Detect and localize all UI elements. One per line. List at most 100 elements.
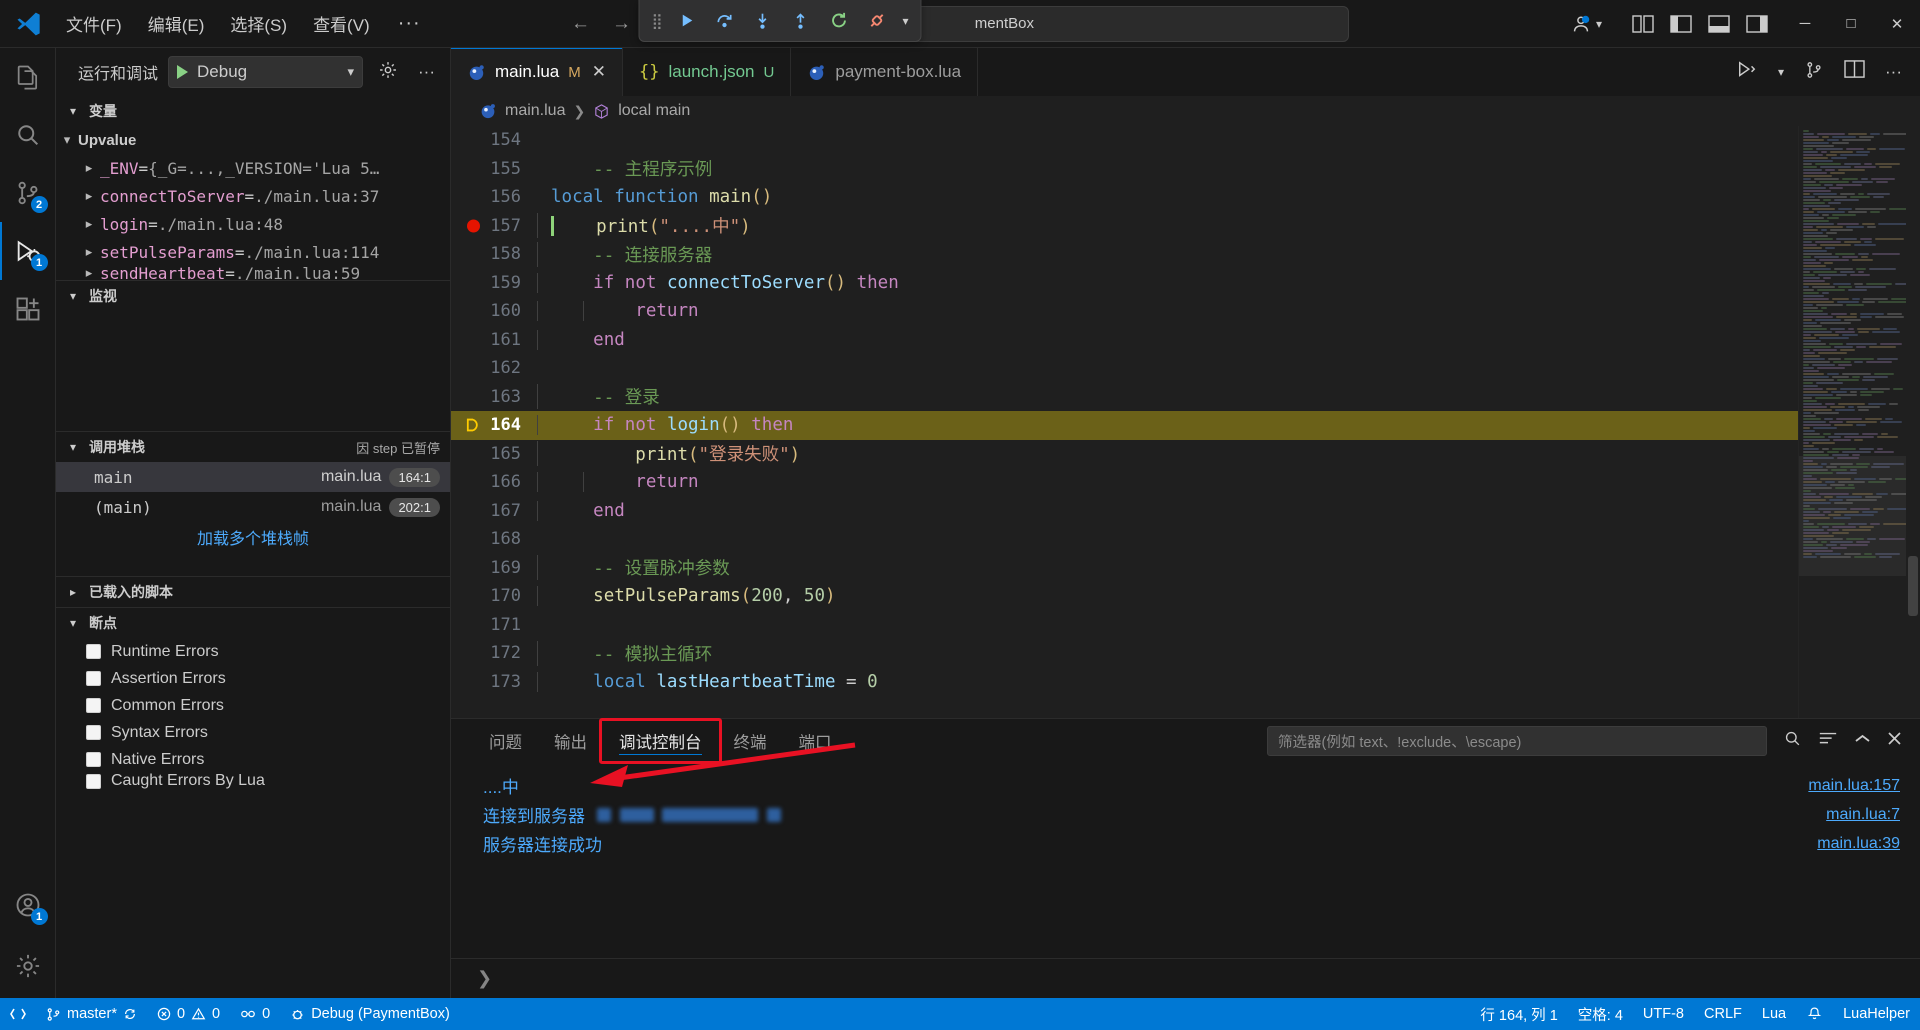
code-line[interactable]: 173 local lastHeartbeatTime = 0 — [451, 668, 1798, 697]
line-number[interactable]: 169 — [451, 558, 535, 578]
status-remote-button[interactable] — [0, 998, 36, 1030]
variable-scope-row[interactable]: ▾ Upvalue — [56, 126, 450, 154]
breakpoint-item[interactable]: Caught Errors By Lua — [56, 773, 450, 789]
activitybar-item-search[interactable] — [0, 106, 56, 164]
panel-tab-terminal[interactable]: 终端 — [718, 719, 783, 763]
debug-console-input[interactable]: ❯ — [451, 958, 1920, 998]
code-text[interactable]: return — [535, 472, 699, 493]
menu-selection[interactable]: 选择(S) — [220, 6, 297, 41]
chevron-down-icon[interactable]: ▾ — [347, 64, 354, 80]
tab-launch-json[interactable]: {} launch.json U — [623, 48, 792, 96]
console-filter-input[interactable]: 筛选器(例如 text、!exclude、\escape) — [1267, 726, 1767, 756]
code-text[interactable]: local function main() — [535, 187, 772, 207]
panel-tab-output[interactable]: 输出 — [538, 719, 603, 763]
code-line[interactable]: 160 return — [451, 297, 1798, 326]
panel-tab-problems[interactable]: 问题 — [473, 719, 538, 763]
accounts-button[interactable]: ▾ — [1562, 9, 1610, 39]
debug-step-out-button[interactable] — [788, 9, 812, 33]
toggle-panel-icon[interactable] — [1708, 14, 1730, 33]
tab-main-lua[interactable]: main.lua M ✕ — [451, 48, 624, 96]
status-cursor-position[interactable]: 行 164, 列 1 — [1470, 998, 1567, 1030]
debug-disconnect-button[interactable] — [864, 9, 888, 33]
close-panel-button[interactable] — [1887, 731, 1902, 751]
line-number[interactable]: 165 — [451, 444, 535, 464]
chevron-right-icon[interactable]: ▸ — [78, 188, 100, 204]
callstack-frame[interactable]: main main.lua 164:1 — [56, 462, 450, 492]
toggle-primary-sidebar-icon[interactable] — [1670, 14, 1692, 33]
code-text[interactable]: -- 主程序示例 — [535, 156, 712, 181]
line-number[interactable]: 159 — [451, 273, 535, 293]
variable-row[interactable]: ▸ connectToServer = ./main.lua:37 — [56, 182, 450, 210]
close-icon[interactable]: ✕ — [592, 62, 606, 82]
code-line[interactable]: 161 end — [451, 326, 1798, 355]
menu-edit[interactable]: 编辑(E) — [138, 6, 215, 41]
debug-step-into-button[interactable] — [750, 9, 774, 33]
code-text[interactable]: -- 登录 — [535, 384, 660, 410]
code-text[interactable]: print("....中") — [535, 213, 751, 239]
maximize-button[interactable]: □ — [1828, 0, 1874, 47]
activitybar-item-accounts[interactable]: 1 — [0, 876, 56, 934]
code-line[interactable]: 171 — [451, 611, 1798, 640]
chevron-right-icon[interactable]: ▸ — [78, 244, 100, 260]
menu-view[interactable]: 查看(V) — [303, 6, 380, 41]
line-number[interactable]: 163 — [451, 387, 535, 407]
breakpoint-checkbox[interactable] — [86, 725, 101, 740]
code-line[interactable]: 172 -- 模拟主循环 — [451, 639, 1798, 668]
chevron-right-icon[interactable]: ▸ — [78, 266, 100, 280]
minimap-slider[interactable] — [1799, 456, 1906, 576]
variables-header[interactable]: ▾ 变量 — [56, 96, 450, 126]
code-text[interactable]: end — [535, 500, 625, 521]
breakpoint-checkbox[interactable] — [86, 671, 101, 686]
code-lines-container[interactable]: 154 155 -- 主程序示例 156 local function main() 1… — [451, 126, 1798, 718]
debug-continue-button[interactable] — [674, 9, 698, 33]
debug-toolbar-grip[interactable]: ⣿ — [651, 12, 662, 30]
panel-tab-debug-console[interactable]: 调试控制台 — [603, 719, 718, 763]
activitybar-item-run-and-debug[interactable]: 1 — [0, 222, 56, 280]
panel-tab-ports[interactable]: 端口 — [783, 719, 848, 763]
start-debugging-icon[interactable] — [177, 65, 189, 79]
navigation-arrows[interactable]: ← → — [571, 13, 631, 35]
toggle-secondary-sidebar-icon[interactable] — [1746, 14, 1768, 33]
status-language-mode[interactable]: Lua — [1752, 998, 1796, 1030]
code-line[interactable]: 166 return — [451, 468, 1798, 497]
status-lua-helper[interactable]: LuaHelper — [1833, 998, 1920, 1030]
back-arrow-icon[interactable]: ← — [571, 13, 590, 35]
status-debug-session[interactable]: Debug (PaymentBox) — [280, 998, 460, 1030]
code-text[interactable]: print("登录失败") — [535, 441, 800, 467]
code-text[interactable]: -- 模拟主循环 — [535, 640, 712, 666]
activitybar-item-explorer[interactable] — [0, 48, 56, 106]
customize-layout-icon[interactable] — [1632, 14, 1654, 33]
breadcrumb[interactable]: main.lua ❯ local main — [451, 96, 1920, 126]
code-text[interactable]: local lastHeartbeatTime = 0 — [535, 671, 878, 692]
console-line-source[interactable]: main.lua:39 — [1817, 835, 1900, 853]
variable-row[interactable]: ▸ setPulseParams = ./main.lua:114 — [56, 238, 450, 266]
line-number[interactable]: 168 — [451, 529, 535, 549]
code-text[interactable]: if not connectToServer() then — [535, 272, 899, 293]
code-line[interactable]: 159 if not connectToServer() then — [451, 269, 1798, 298]
code-line[interactable]: 156 local function main() — [451, 183, 1798, 212]
breakpoint-dot-icon[interactable] — [467, 219, 480, 233]
menu-more-button[interactable]: ··· — [386, 10, 433, 37]
line-number[interactable]: 157 — [451, 216, 535, 236]
line-number[interactable]: 171 — [451, 615, 535, 635]
minimap[interactable] — [1798, 126, 1906, 718]
breakpoint-item[interactable]: Common Errors — [56, 692, 450, 719]
line-number[interactable]: 161 — [451, 330, 535, 350]
variable-row[interactable]: ▸ _ENV = {_G=...,_VERSION='Lua 5… — [56, 154, 450, 182]
scrollbar-thumb[interactable] — [1908, 556, 1918, 616]
code-line[interactable]: 169 -- 设置脉冲参数 — [451, 554, 1798, 583]
status-encoding[interactable]: UTF-8 — [1633, 998, 1694, 1030]
code-text[interactable]: -- 设置脉冲参数 — [535, 555, 730, 581]
layout-controls[interactable] — [1618, 14, 1782, 33]
line-number[interactable]: 164 — [451, 415, 535, 435]
watch-body[interactable] — [56, 311, 450, 431]
window-controls[interactable]: ─ □ ✕ — [1782, 0, 1920, 47]
chevron-down-icon[interactable]: ▾ — [1778, 65, 1784, 79]
line-number[interactable]: 170 — [451, 586, 535, 606]
console-line-source[interactable]: main.lua:7 — [1826, 806, 1900, 824]
editor-scrollbar[interactable] — [1906, 126, 1920, 718]
breakpoint-checkbox[interactable] — [86, 698, 101, 713]
code-line[interactable]: 170 setPulseParams(200, 50) — [451, 582, 1798, 611]
code-line[interactable]: 157 print("....中") — [451, 212, 1798, 241]
breakpoint-checkbox[interactable] — [86, 752, 101, 767]
